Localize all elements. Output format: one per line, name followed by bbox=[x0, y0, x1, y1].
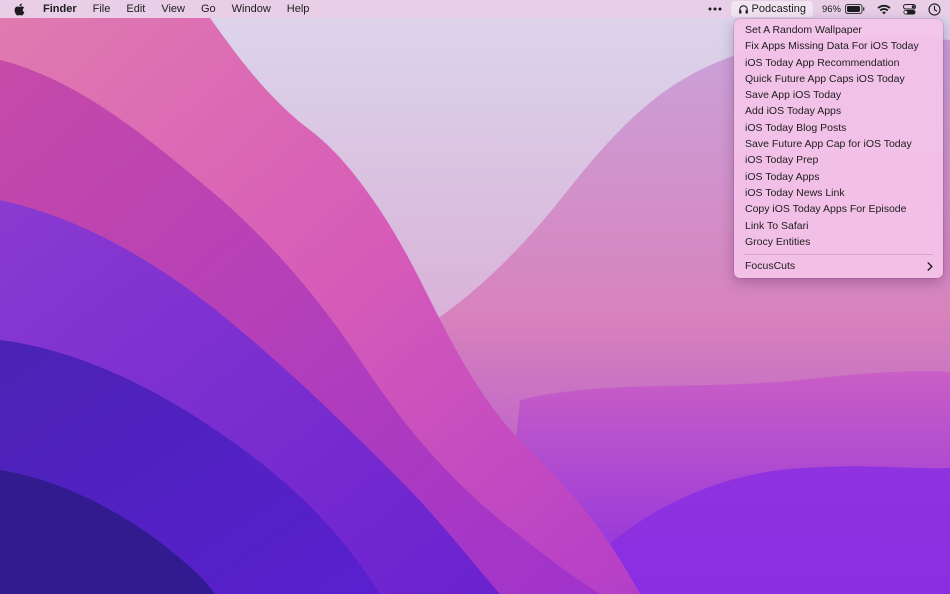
battery-status-item[interactable]: 96% bbox=[816, 0, 871, 18]
podcasting-status-item[interactable]: Podcasting bbox=[730, 1, 813, 17]
control-center-icon[interactable] bbox=[897, 0, 922, 18]
menu-item-link-to-safari[interactable]: Link To Safari bbox=[734, 218, 943, 234]
menu-edit[interactable]: Edit bbox=[118, 0, 153, 18]
wifi-icon[interactable] bbox=[871, 0, 897, 18]
menu-item-save-app-ios-today[interactable]: Save App iOS Today bbox=[734, 87, 943, 103]
menu-item-grocy-entities[interactable]: Grocy Entities bbox=[734, 234, 943, 250]
menu-item-set-random-wallpaper[interactable]: Set A Random Wallpaper bbox=[734, 22, 943, 38]
menu-go[interactable]: Go bbox=[193, 0, 224, 18]
menu-item-ios-today-news-link[interactable]: iOS Today News Link bbox=[734, 185, 943, 201]
headphones-icon bbox=[738, 4, 749, 15]
menu-item-save-future-app-cap[interactable]: Save Future App Cap for iOS Today bbox=[734, 136, 943, 152]
menu-item-add-ios-today-apps[interactable]: Add iOS Today Apps bbox=[734, 103, 943, 119]
menu-file[interactable]: File bbox=[85, 0, 119, 18]
menu-item-ios-today-apps[interactable]: iOS Today Apps bbox=[734, 169, 943, 185]
menu-separator bbox=[744, 254, 933, 256]
ellipsis-icon[interactable] bbox=[702, 0, 728, 18]
menu-item-copy-ios-today-apps[interactable]: Copy iOS Today Apps For Episode bbox=[734, 201, 943, 217]
battery-percent: 96% bbox=[821, 3, 841, 15]
menu-item-ios-today-prep[interactable]: iOS Today Prep bbox=[734, 152, 943, 168]
desktop: Finder File Edit View Go Window Help Pod… bbox=[0, 0, 950, 594]
podcasting-dropdown-menu: Set A Random Wallpaper Fix Apps Missing … bbox=[734, 19, 943, 278]
menu-item-ios-today-app-recommendation[interactable]: iOS Today App Recommendation bbox=[734, 55, 943, 71]
clock-icon[interactable] bbox=[922, 0, 950, 18]
menu-item-quick-future-app-caps[interactable]: Quick Future App Caps iOS Today bbox=[734, 71, 943, 87]
apple-logo-icon[interactable] bbox=[13, 0, 27, 18]
chevron-right-icon bbox=[927, 258, 933, 274]
menu-app-finder[interactable]: Finder bbox=[37, 0, 85, 18]
menu-item-fix-apps-missing-data[interactable]: Fix Apps Missing Data For iOS Today bbox=[734, 38, 943, 54]
menu-view[interactable]: View bbox=[153, 0, 193, 18]
podcasting-label: Podcasting bbox=[751, 3, 806, 15]
battery-icon bbox=[845, 4, 865, 14]
menu-item-focuscuts-submenu[interactable]: FocusCuts bbox=[734, 258, 943, 274]
menu-bar: Finder File Edit View Go Window Help Pod… bbox=[0, 0, 950, 18]
menu-window[interactable]: Window bbox=[224, 0, 279, 18]
menu-help[interactable]: Help bbox=[279, 0, 318, 18]
menu-item-ios-today-blog-posts[interactable]: iOS Today Blog Posts bbox=[734, 120, 943, 136]
submenu-label: FocusCuts bbox=[745, 260, 796, 273]
